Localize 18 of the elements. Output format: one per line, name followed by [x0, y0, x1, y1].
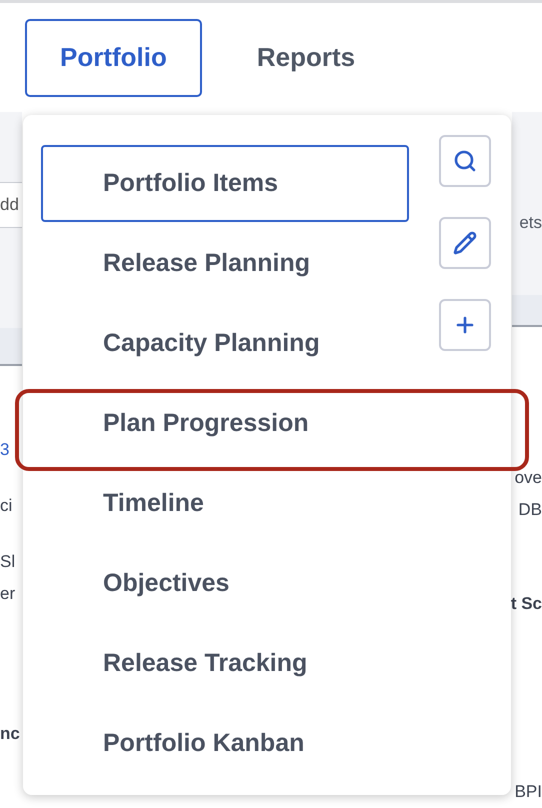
- search-icon: [453, 149, 477, 173]
- edit-button[interactable]: [439, 217, 491, 269]
- add-button[interactable]: [439, 299, 491, 351]
- table-text: Sl: [0, 551, 16, 573]
- pencil-icon: [453, 231, 477, 255]
- table-text: BPI: [514, 781, 542, 803]
- nav-tab[interactable]: Portfolio: [25, 18, 202, 96]
- input-field[interactable]: dd: [0, 182, 22, 228]
- link[interactable]: 3: [0, 434, 10, 466]
- menu-item[interactable]: Portfolio Items: [41, 145, 409, 222]
- table-text: DB: [518, 499, 542, 521]
- table-text: ove: [514, 467, 542, 489]
- table-text: er: [0, 583, 16, 605]
- search-button[interactable]: [439, 135, 491, 187]
- table-text: nc: [0, 723, 20, 745]
- toolbar-label: ets: [519, 213, 542, 234]
- table-text: ci: [0, 495, 12, 517]
- table-text: t Sc: [510, 593, 542, 615]
